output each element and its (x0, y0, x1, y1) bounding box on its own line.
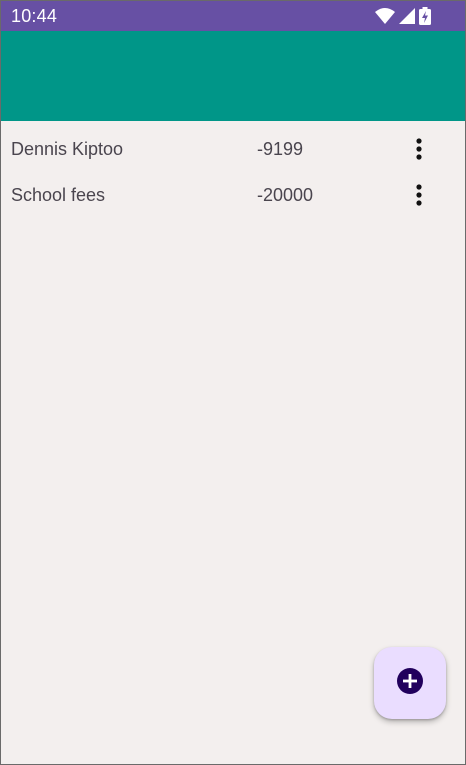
status-time: 10:44 (11, 6, 58, 26)
entry-amount: -9199 (257, 139, 304, 159)
list-item[interactable]: School fees -20000 (1, 171, 465, 217)
wifi-icon (375, 8, 395, 24)
entry-amount: -20000 (257, 185, 314, 205)
more-vert-icon[interactable] (405, 135, 433, 163)
add-entry-button[interactable] (374, 647, 446, 719)
battery-charging-icon (419, 7, 431, 25)
entry-name: Dennis Kiptoo (11, 139, 124, 159)
status-bar: 10:44 (1, 1, 465, 31)
app-screen: 10:44 Dennis Kiptoo -9199 School fees -2… (0, 0, 466, 765)
status-icons (375, 7, 431, 25)
cellular-signal-icon (399, 8, 415, 24)
more-vert-icon[interactable] (405, 181, 433, 209)
add-circle-icon (396, 667, 424, 700)
entry-list: Dennis Kiptoo -9199 School fees -20000 (1, 125, 465, 217)
entry-name: School fees (11, 185, 106, 205)
app-bar (1, 31, 465, 121)
list-item[interactable]: Dennis Kiptoo -9199 (1, 125, 465, 171)
